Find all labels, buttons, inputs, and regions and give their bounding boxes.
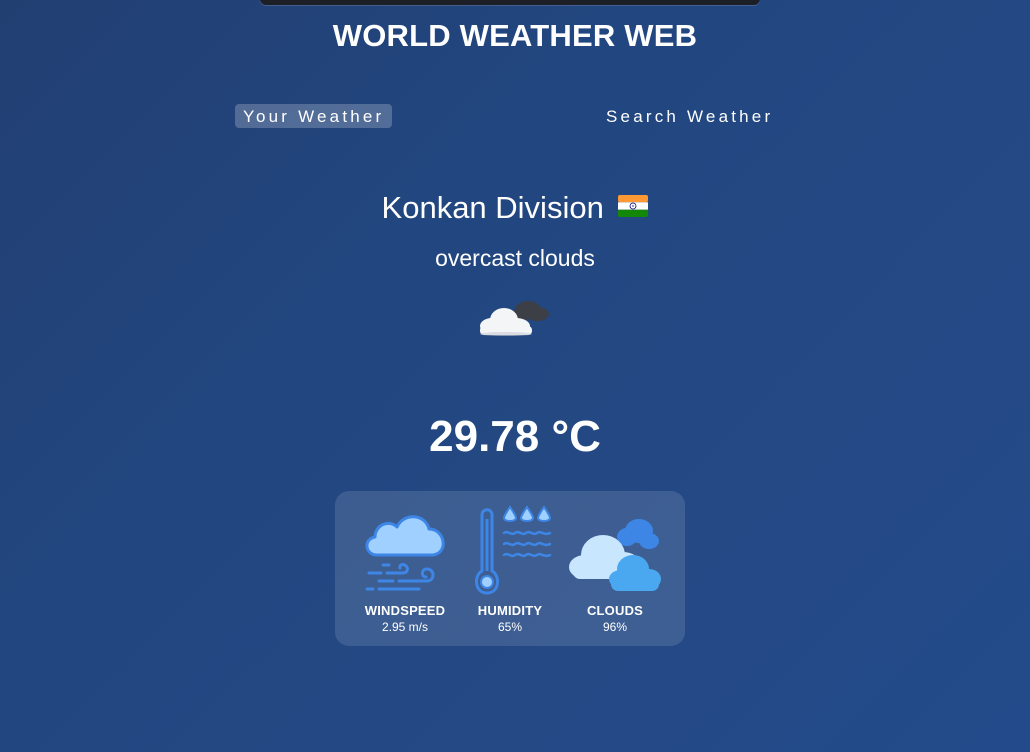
city-name: Konkan Division — [381, 190, 604, 225]
clouds-value: 96% — [602, 620, 628, 634]
top-bar — [260, 0, 760, 5]
windspeed-value: 2.95 m/s — [381, 620, 429, 634]
weather-description: overcast clouds — [435, 245, 595, 271]
humidity-stat: HUMIDITY 65% — [460, 505, 560, 634]
city-heading: Konkan Division — [0, 190, 1030, 226]
tab-your-weather[interactable]: Your Weather — [235, 104, 393, 128]
thermometer-humidity-icon — [475, 505, 552, 595]
india-flag-icon — [618, 195, 649, 217]
humidity-label: HUMIDITY — [477, 603, 543, 618]
cloud-with-dark-cloud-icon — [480, 301, 549, 336]
humidity-value: 65% — [497, 620, 523, 634]
windspeed-label: WINDSPEED — [364, 603, 446, 618]
wind-cloud-icon — [365, 515, 445, 591]
app-title: WORLD WEATHER WEB — [332, 18, 698, 53]
clouds-label: CLOUDS — [586, 603, 644, 618]
weather-stats-panel: WINDSPEED 2.95 m/s HUMIDITY 65% CLOUDS 9… — [335, 491, 685, 646]
windspeed-stat: WINDSPEED 2.95 m/s — [355, 505, 455, 634]
temperature-value: 29.78 °C — [429, 412, 601, 461]
tab-search-weather[interactable]: Search Weather — [598, 104, 781, 128]
clouds-stat: CLOUDS 96% — [565, 505, 665, 634]
clouds-icon — [569, 519, 661, 591]
